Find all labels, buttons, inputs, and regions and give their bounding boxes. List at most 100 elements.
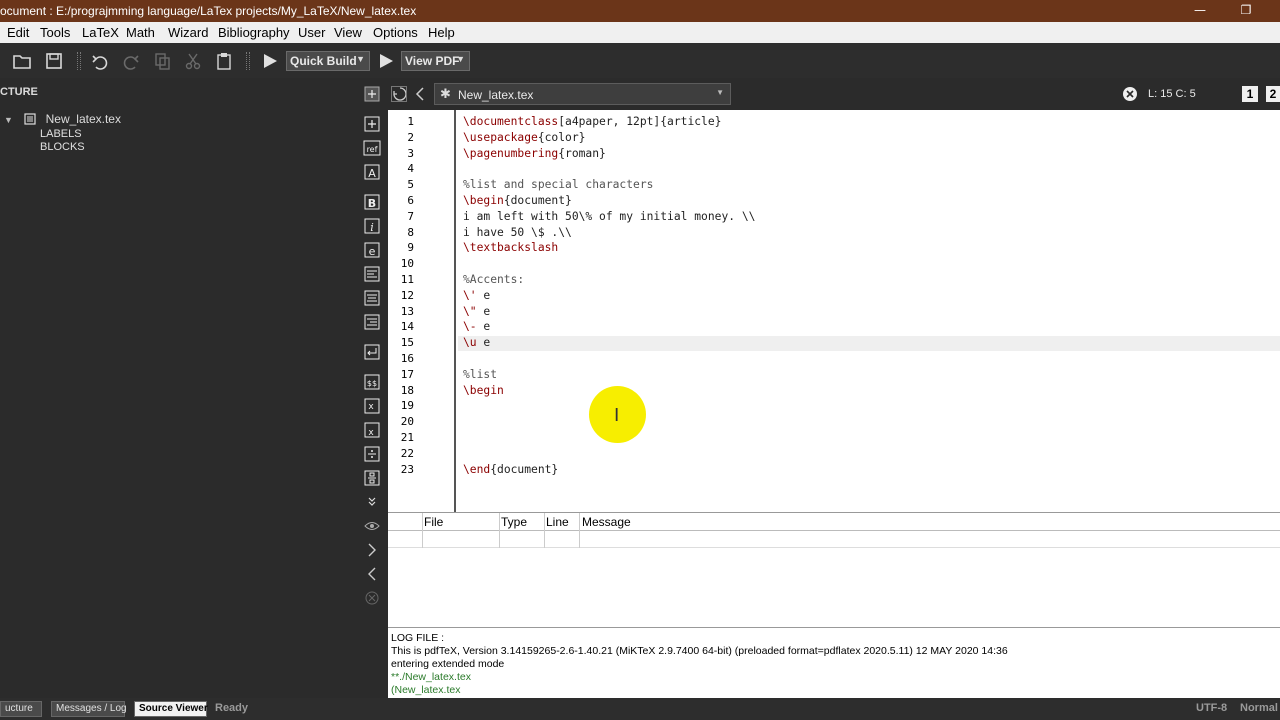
toolbar-separator — [246, 52, 250, 70]
code-line[interactable]: \' e — [463, 289, 490, 305]
tab-new-latex[interactable]: ✱ New_latex.tex ▼ — [434, 83, 731, 105]
tree-root-item[interactable]: ▼ New_latex.tex — [4, 111, 121, 127]
column-message[interactable]: Message — [582, 515, 631, 529]
refresh-icon[interactable] — [391, 86, 407, 102]
next-tab-icon[interactable] — [415, 87, 427, 101]
superscript-icon[interactable]: x — [363, 421, 381, 439]
column-file[interactable]: File — [424, 515, 443, 529]
line-number: 2 — [407, 130, 414, 144]
structure-toggle-button[interactable]: ucture — [0, 701, 42, 717]
new-line-icon[interactable] — [363, 343, 381, 361]
svg-text:i: i — [370, 221, 374, 234]
line-number: 10 — [400, 257, 414, 271]
ref-icon[interactable]: ref — [363, 139, 381, 157]
code-line[interactable]: \pagenumbering{roman} — [463, 147, 606, 163]
line-number: 18 — [400, 383, 414, 397]
menu-edit[interactable]: Edit — [7, 25, 29, 40]
menu-math[interactable]: Math — [126, 25, 155, 40]
code-line[interactable]: \begin{document} — [463, 194, 572, 210]
code-line[interactable]: \u e — [463, 336, 490, 352]
code-line[interactable]: i have 50 \$ .\\ — [463, 226, 572, 242]
column-type[interactable]: Type — [501, 515, 527, 529]
message-row[interactable] — [388, 531, 1280, 548]
code-text: %list and special characters — [463, 178, 654, 192]
menu-bibliography[interactable]: Bibliography — [218, 25, 290, 40]
quick-build-select[interactable]: Quick Build ▼ — [286, 51, 370, 71]
code-line[interactable]: %list and special characters — [463, 178, 653, 194]
modified-asterisk-icon[interactable]: ✱ — [440, 86, 451, 102]
chevron-down-icon[interactable]: ▼ — [716, 88, 724, 97]
copy-icon[interactable] — [152, 51, 172, 71]
latex-command: \u — [463, 336, 477, 350]
paste-icon[interactable] — [214, 51, 234, 71]
column-line[interactable]: Line — [546, 515, 569, 529]
toggle-panel-icon[interactable] — [363, 85, 381, 103]
close-tab-icon[interactable] — [1122, 86, 1138, 102]
code-line[interactable]: \usepackage{color} — [463, 131, 585, 147]
split-view-button[interactable]: 2 — [1266, 86, 1280, 102]
code-line[interactable]: \end{document} — [463, 463, 558, 479]
expand-arrow-icon[interactable]: ▼ — [4, 115, 13, 125]
log-panel[interactable]: LOG FILE : This is pdfTeX, Version 3.141… — [388, 627, 1280, 698]
menu-user[interactable]: User — [298, 25, 325, 40]
restore-icon[interactable]: ❐ — [1238, 2, 1254, 18]
save-icon[interactable] — [44, 51, 64, 71]
latex-command: \' — [463, 288, 477, 302]
align-left-icon[interactable] — [363, 265, 381, 283]
encoding-indicator[interactable]: UTF-8 — [1196, 702, 1227, 714]
subscript-icon[interactable]: x — [363, 397, 381, 415]
menu-tools[interactable]: Tools — [40, 25, 70, 40]
next-arrow-icon[interactable] — [363, 541, 381, 559]
code-line[interactable]: %Accents: — [463, 273, 524, 289]
prev-arrow-icon[interactable] — [363, 565, 381, 583]
menu-options[interactable]: Options — [373, 25, 418, 40]
code-line[interactable]: \" e — [463, 305, 490, 321]
mode-indicator[interactable]: Normal — [1240, 702, 1278, 714]
source-viewer-button[interactable]: Source Viewer — [134, 701, 208, 717]
menu-view[interactable]: View — [334, 25, 362, 40]
messages-log-button[interactable]: Messages / Log — [51, 701, 127, 717]
code-line[interactable]: \begin — [463, 384, 504, 400]
font-size-icon[interactable]: A — [363, 163, 381, 181]
line-number: 3 — [407, 146, 414, 160]
cut-icon[interactable] — [183, 51, 203, 71]
code-line[interactable]: \documentclass[a4paper, 12pt]{article} — [463, 115, 721, 131]
emphasis-icon[interactable]: e — [363, 241, 381, 259]
column-divider — [579, 513, 580, 548]
column-divider — [544, 513, 545, 548]
menu-wizard[interactable]: Wizard — [168, 25, 208, 40]
line-number: 13 — [400, 304, 414, 318]
menu-help[interactable]: Help — [428, 25, 455, 40]
tree-item-labels[interactable]: LABELS — [40, 128, 82, 140]
redo-icon[interactable] — [121, 51, 141, 71]
stop-icon[interactable] — [363, 589, 381, 607]
undo-icon[interactable] — [90, 51, 110, 71]
quick-build-label: Quick Build — [290, 54, 357, 68]
open-folder-icon[interactable] — [12, 51, 32, 71]
log-line: This is pdfTeX, Version 3.14159265-2.6-1… — [391, 645, 1008, 657]
more-chevron-icon[interactable] — [363, 493, 381, 511]
tree-item-blocks[interactable]: BLOCKS — [40, 141, 85, 153]
eye-icon[interactable] — [363, 517, 381, 535]
view-pdf-select[interactable]: View PDF ▼ — [401, 51, 470, 71]
fraction-icon[interactable] — [363, 445, 381, 463]
menu-latex[interactable]: LaTeX — [82, 25, 119, 40]
minimize-icon[interactable]: — — [1192, 2, 1208, 18]
insert-label-icon[interactable] — [363, 115, 381, 133]
align-center-icon[interactable] — [363, 289, 381, 307]
code-line[interactable]: i am left with 50\% of my initial money.… — [463, 210, 755, 226]
view-pdf-label: View PDF — [405, 54, 460, 68]
math-mode-icon[interactable]: $$ — [363, 373, 381, 391]
italic-icon[interactable]: i — [363, 217, 381, 235]
align-right-icon[interactable] — [363, 313, 381, 331]
dfrac-icon[interactable] — [363, 469, 381, 487]
bold-icon[interactable]: B — [363, 193, 381, 211]
code-line[interactable]: \- e — [463, 320, 490, 336]
code-line[interactable]: \textbackslash — [463, 241, 558, 257]
code-line[interactable]: %list — [463, 368, 497, 384]
run-icon[interactable] — [376, 51, 396, 71]
single-view-button[interactable]: 1 — [1242, 86, 1258, 102]
code-text: e — [476, 288, 491, 302]
run-icon[interactable] — [260, 51, 280, 71]
code-editor[interactable]: 1 2 3 4 5 6 7 8 9 10 11 12 13 14 15 16 17 18 19 20 21 22 23 \d… — [388, 110, 1280, 512]
